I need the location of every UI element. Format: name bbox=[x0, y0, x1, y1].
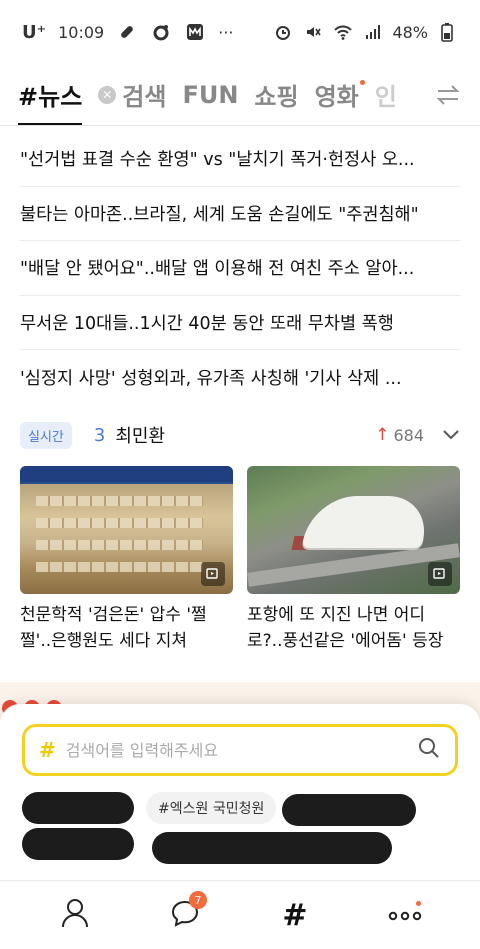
status-right: 48% bbox=[272, 21, 458, 43]
card-thumbnail bbox=[247, 466, 460, 594]
alarm-icon bbox=[272, 21, 294, 43]
search-icon[interactable] bbox=[417, 736, 441, 764]
signal-icon bbox=[362, 21, 384, 43]
status-left: U⁺ 10:09 ··· bbox=[22, 21, 234, 43]
thumbnail-detail bbox=[36, 562, 203, 572]
new-dot-indicator bbox=[416, 901, 421, 906]
chevron-down-icon[interactable] bbox=[442, 429, 460, 441]
tab-news-label: #뉴스 bbox=[18, 83, 83, 111]
more-dots-icon bbox=[388, 906, 422, 925]
battery-level: 48% bbox=[392, 22, 428, 42]
hash-tab-icon: # bbox=[282, 897, 308, 933]
trend-chip[interactable]: #엑스원 국민청원 bbox=[146, 792, 277, 824]
thumbnail-detail bbox=[36, 496, 203, 506]
tab-search-label: 검색 bbox=[122, 83, 167, 111]
trend-chip-label: #엑스원 국민청원 bbox=[158, 801, 265, 817]
tab-fun-label: FUN bbox=[182, 80, 239, 109]
headline-item[interactable]: '심정지 사망' 성형외과, 유가족 사칭해 '기사 삭제 ... bbox=[20, 350, 460, 405]
video-play-icon[interactable] bbox=[428, 562, 452, 586]
mute-icon bbox=[302, 21, 324, 43]
realtime-trend-row[interactable]: 실시간 3 최민환 ↑ 684 bbox=[20, 418, 460, 452]
card-thumbnail bbox=[20, 466, 233, 594]
arrow-up-icon: ↑ bbox=[375, 425, 390, 445]
tab-shopping[interactable]: 쇼핑 bbox=[254, 64, 299, 125]
realtime-badge: 실시간 bbox=[20, 421, 72, 449]
nav-chat[interactable]: 7 bbox=[155, 885, 215, 945]
status-time: 10:09 bbox=[58, 22, 105, 42]
headline-item[interactable]: 무서운 10대들..1시간 40분 동안 또래 무차별 폭행 bbox=[20, 296, 460, 350]
tab-search[interactable]: ✕ 검색 bbox=[98, 64, 167, 125]
realtime-keyword[interactable]: 최민환 bbox=[115, 422, 165, 448]
close-circle-icon[interactable]: ✕ bbox=[98, 85, 117, 104]
tab-fun[interactable]: FUN bbox=[182, 64, 239, 125]
card-title: 포항에 또 지진 나면 어디로?..풍선같은 '에어돔' 등장 bbox=[247, 605, 444, 651]
headline-text: "배달 안 됐어요"..배달 앱 이용해 전 여친 주소 알아... bbox=[20, 259, 415, 280]
tab-movie[interactable]: 영화 bbox=[314, 64, 365, 125]
thumbnail-banner bbox=[20, 466, 233, 482]
news-card[interactable]: 포항에 또 지진 나면 어디로?..풍선같은 '에어돔' 등장 bbox=[247, 466, 460, 654]
headline-text: 무서운 10대들..1시간 40분 동안 또래 무차별 폭행 bbox=[20, 313, 394, 334]
headline-text: "선거법 표결 수순 환영" vs "날치기 폭거·헌정사 오... bbox=[20, 150, 415, 171]
wifi-icon bbox=[332, 21, 354, 43]
tab-movie-label: 영화 bbox=[314, 83, 359, 111]
news-cards: 천문학적 '검은돈' 압수 '쩔쩔'..은행원도 세다 지쳐 포항에 또 지진 … bbox=[20, 466, 460, 654]
realtime-count-value: 684 bbox=[393, 425, 424, 445]
status-bar: U⁺ 10:09 ··· 48% bbox=[0, 0, 480, 64]
nav-hash[interactable]: # bbox=[265, 885, 325, 945]
headline-item[interactable]: "선거법 표결 수순 환영" vs "날치기 폭거·헌정사 오... bbox=[20, 132, 460, 187]
headline-list: "선거법 표결 수순 환영" vs "날치기 폭거·헌정사 오... 불타는 아… bbox=[0, 132, 480, 405]
messenger-app-icon bbox=[184, 21, 206, 43]
search-box[interactable]: # bbox=[22, 724, 458, 776]
tab-news[interactable]: #뉴스 bbox=[18, 64, 83, 125]
headline-item[interactable]: "배달 안 됐어요"..배달 앱 이용해 전 여친 주소 알아... bbox=[20, 241, 460, 296]
category-tabs: #뉴스 ✕ 검색 FUN 쇼핑 영화 인 bbox=[0, 64, 480, 126]
chat-badge: 7 bbox=[189, 891, 207, 909]
redacted-chip[interactable] bbox=[22, 828, 134, 860]
nav-profile[interactable] bbox=[45, 885, 105, 945]
pill-icon bbox=[116, 21, 138, 43]
swap-arrows-icon[interactable] bbox=[416, 64, 480, 125]
status-ellipsis: ··· bbox=[218, 22, 234, 42]
tab-partial[interactable]: 인 bbox=[374, 64, 397, 125]
thumbnail-detail bbox=[36, 518, 203, 528]
search-input[interactable] bbox=[65, 740, 417, 760]
person-icon bbox=[61, 898, 89, 932]
battery-icon bbox=[436, 21, 458, 43]
tab-shopping-label: 쇼핑 bbox=[254, 83, 299, 111]
headline-item[interactable]: 불타는 아마존..브라질, 세계 도움 손길에도 "주권침해" bbox=[20, 187, 460, 241]
new-dot-indicator bbox=[359, 79, 365, 85]
redacted-chip[interactable] bbox=[152, 832, 392, 864]
news-card[interactable]: 천문학적 '검은돈' 압수 '쩔쩔'..은행원도 세다 지쳐 bbox=[20, 466, 233, 654]
circle-dot-icon bbox=[150, 21, 172, 43]
hash-icon: # bbox=[39, 738, 56, 762]
headline-text: '심정지 사망' 성형외과, 유가족 사칭해 '기사 삭제 ... bbox=[20, 368, 402, 389]
tab-partial-label: 인 bbox=[374, 83, 397, 111]
video-play-icon[interactable] bbox=[201, 562, 225, 586]
headline-text: 불타는 아마존..브라질, 세계 도움 손길에도 "주권침해" bbox=[20, 204, 419, 225]
realtime-count: ↑ 684 bbox=[375, 425, 424, 445]
redacted-chip[interactable] bbox=[22, 792, 134, 824]
thumbnail-detail bbox=[301, 496, 433, 548]
bottom-nav: 7 # bbox=[0, 880, 480, 949]
nav-more[interactable] bbox=[375, 885, 435, 945]
carrier-label: U⁺ bbox=[22, 21, 47, 43]
search-sheet: # #엑스원 국민청원 bbox=[0, 704, 480, 880]
thumbnail-detail bbox=[36, 540, 203, 550]
realtime-rank: 3 bbox=[93, 424, 106, 446]
redacted-chip[interactable] bbox=[282, 794, 416, 826]
card-title: 천문학적 '검은돈' 압수 '쩔쩔'..은행원도 세다 지쳐 bbox=[20, 605, 207, 651]
